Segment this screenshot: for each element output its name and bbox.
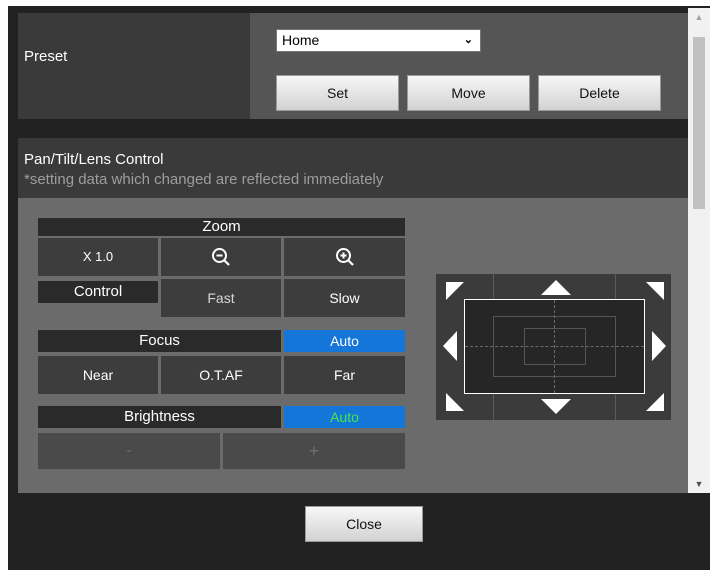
preset-delete-button[interactable]: Delete <box>538 75 661 111</box>
zoom-fast-button[interactable]: Fast <box>161 279 281 317</box>
focus-near-button[interactable]: Near <box>38 356 158 394</box>
scrollbar[interactable]: ▲ ▼ <box>688 8 710 493</box>
preset-select-value: Home <box>282 32 320 48</box>
preset-move-button[interactable]: Move <box>407 75 530 111</box>
arrow-up-left-icon[interactable] <box>446 282 464 300</box>
arrow-right-icon[interactable] <box>652 331 666 361</box>
brightness-minus-button[interactable]: - <box>38 433 220 469</box>
scroll-down-icon[interactable]: ▼ <box>688 475 710 493</box>
arrow-down-right-icon[interactable] <box>646 393 664 411</box>
chevron-down-icon: ⌄ <box>463 34 473 46</box>
focus-header: Focus <box>38 330 281 352</box>
zoom-header: Zoom <box>38 218 405 236</box>
brightness-auto-button[interactable]: Auto <box>284 406 405 428</box>
focus-far-button[interactable]: Far <box>284 356 405 394</box>
close-button[interactable]: Close <box>305 506 423 542</box>
brightness-plus-button[interactable]: + <box>223 433 405 469</box>
preset-set-button[interactable]: Set <box>276 75 399 111</box>
pad-divider <box>615 394 616 420</box>
preset-label-cell <box>18 13 250 119</box>
arrow-left-icon[interactable] <box>443 331 457 361</box>
arrow-down-icon[interactable] <box>541 399 571 414</box>
zoom-out-icon <box>212 248 230 266</box>
zoom-out-button[interactable] <box>161 238 281 276</box>
pad-divider <box>493 394 494 420</box>
brightness-header: Brightness <box>38 406 281 428</box>
zoom-in-icon <box>335 248 354 266</box>
preset-select[interactable]: Home ⌄ <box>276 29 481 52</box>
focus-otaf-button[interactable]: O.T.AF <box>161 356 281 394</box>
pad-divider <box>493 274 494 299</box>
pan-tilt-header <box>18 138 688 198</box>
zoom-slow-button[interactable]: Slow <box>284 279 405 317</box>
pad-divider <box>615 274 616 299</box>
preview-crosshair-v <box>554 300 555 393</box>
focus-auto-button[interactable]: Auto <box>284 330 405 352</box>
arrow-up-icon[interactable] <box>541 280 571 295</box>
arrow-down-left-icon[interactable] <box>446 393 464 411</box>
zoom-control-label: Control <box>38 281 158 303</box>
zoom-in-button[interactable] <box>284 238 405 276</box>
zoom-value: X 1.0 <box>38 238 158 276</box>
scroll-up-icon[interactable]: ▲ <box>688 8 710 26</box>
scroll-thumb[interactable] <box>693 37 705 209</box>
pan-tilt-title: Pan/Tilt/Lens Control <box>24 151 164 168</box>
arrow-up-right-icon[interactable] <box>646 282 664 300</box>
pan-tilt-preview[interactable] <box>464 299 645 394</box>
pan-tilt-subtitle: *setting data which changed are reflecte… <box>24 171 384 188</box>
preset-label: Preset <box>24 48 68 65</box>
